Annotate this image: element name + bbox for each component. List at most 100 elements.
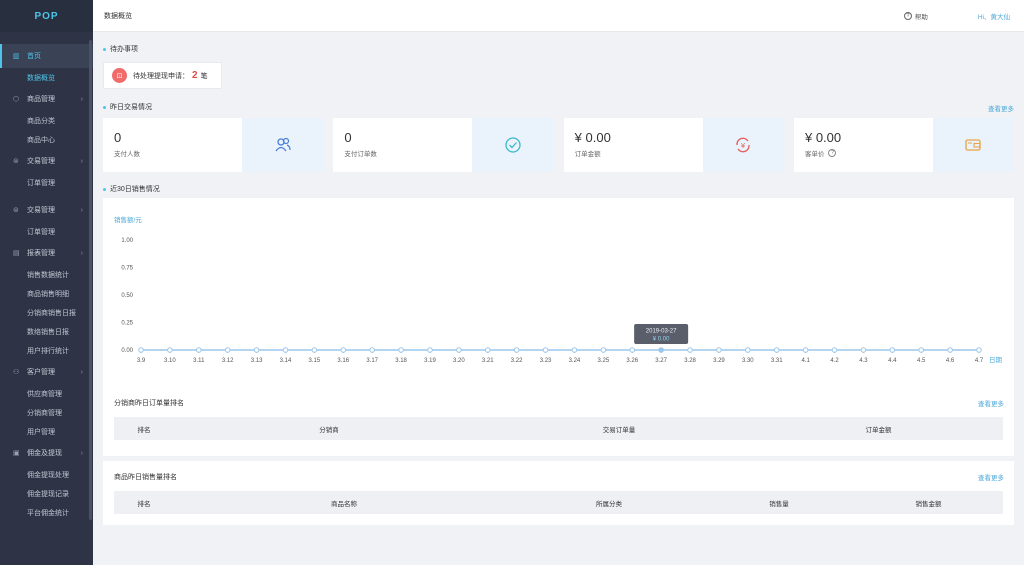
sidebar-item-data-overview[interactable]: 数据概览 bbox=[0, 68, 93, 87]
menu-reports[interactable]: ▤ 报表管理 › bbox=[0, 241, 93, 265]
question-icon[interactable]: ? bbox=[828, 149, 837, 157]
breadcrumb: 数据概览 bbox=[104, 12, 132, 20]
user-menu[interactable]: Hi、黄大仙 bbox=[978, 11, 1010, 21]
x-tick-label: 4.3 bbox=[859, 358, 868, 364]
data-point bbox=[398, 347, 404, 353]
todo-title: 待办事项 bbox=[110, 46, 138, 53]
bullet-dot bbox=[103, 47, 106, 51]
sidebar-item-goods-center[interactable]: 商品中心 bbox=[0, 130, 93, 149]
sidebar-item-orders[interactable]: 订单管理 bbox=[0, 173, 93, 192]
x-tick-label: 4.4 bbox=[888, 358, 897, 364]
menu-group-trade-2: ⊜ 交易管理 › 订单管理 bbox=[0, 198, 93, 241]
menu-trade-2[interactable]: ⊜ 交易管理 › bbox=[0, 198, 93, 222]
x-tick-label: 3.12 bbox=[222, 358, 234, 364]
sales-line-chart: 销售额/元 0.00 0.25 0.50 0.75 1.00 日期 3.9 3.10 3.11 3.… bbox=[114, 215, 1003, 364]
menu-trade-2-label: 交易管理 bbox=[27, 207, 55, 214]
x-tick-label: 3.27 bbox=[655, 358, 667, 364]
x-tick-label: 3.23 bbox=[540, 358, 552, 364]
data-point bbox=[167, 347, 173, 353]
data-point bbox=[571, 347, 578, 353]
menu-goods-label: 商品管理 bbox=[27, 96, 55, 103]
sidebar-menu: ▥ 首页 数据概览 ⬡ 商品管理 › 商品分类 商品中心 ⊜ 交易管理 › 订单… bbox=[0, 44, 93, 522]
data-point bbox=[831, 347, 838, 353]
data-point bbox=[484, 347, 491, 353]
data-point bbox=[513, 347, 520, 353]
x-tick-label: 3.9 bbox=[137, 358, 146, 364]
col-category: 所属分类 bbox=[596, 500, 622, 508]
sidebar-item-orders-2[interactable]: 订单管理 bbox=[0, 222, 93, 241]
stat-value: ¥ 0.00 bbox=[574, 130, 611, 145]
stat-icon-box bbox=[472, 118, 554, 172]
col-order-amount: 订单金额 bbox=[865, 426, 892, 434]
menu-trade[interactable]: ⊜ 交易管理 › bbox=[0, 149, 93, 173]
help-button[interactable]: ? 帮助 bbox=[903, 11, 928, 21]
x-tick-label: 3.28 bbox=[684, 358, 696, 364]
sidebar-item-network-daily[interactable]: 数络销售日报 bbox=[0, 322, 93, 341]
yen-icon: ⊜ bbox=[13, 207, 19, 214]
pending-label: 待处理提现申请： bbox=[133, 72, 189, 80]
col-rank: 排名 bbox=[137, 500, 151, 508]
x-tick-label: 3.14 bbox=[280, 358, 292, 364]
y-tick-label: 0.00 bbox=[121, 348, 133, 354]
col-rank: 排名 bbox=[137, 426, 151, 434]
data-point bbox=[773, 347, 780, 353]
sidebar-item-suppliers[interactable]: 供应商管理 bbox=[0, 384, 93, 403]
menu-group-customers: ⚇ 客户管理 › 供应商管理 分销商管理 用户管理 bbox=[0, 360, 93, 441]
app-logo[interactable]: POP bbox=[0, 0, 93, 32]
stat-value: 0 bbox=[114, 130, 122, 145]
svg-text:¥: ¥ bbox=[741, 142, 746, 150]
data-point bbox=[427, 347, 433, 353]
x-tick-label: 4.7 bbox=[975, 358, 984, 364]
sidebar-item-goods-sales-detail[interactable]: 商品销售明细 bbox=[0, 284, 93, 303]
stat-icon-box: ¥ bbox=[702, 118, 784, 172]
sidebar-scrollbar[interactable] bbox=[89, 40, 92, 520]
pending-withdraw-card[interactable]: ⊡ 待处理提现申请： 2 笔 bbox=[103, 62, 222, 89]
menu-commission[interactable]: ▣ 佣金及提现 › bbox=[0, 441, 93, 465]
data-point bbox=[195, 347, 202, 353]
menu-goods[interactable]: ⬡ 商品管理 › bbox=[0, 87, 93, 111]
sidebar-item-user-ranking[interactable]: 用户排行统计 bbox=[0, 341, 93, 360]
x-tick-label: 3.31 bbox=[771, 358, 783, 364]
yesterday-title: 昨日交易情况 bbox=[110, 104, 152, 111]
menu-commission-label: 佣金及提现 bbox=[27, 450, 62, 457]
sidebar-item-withdraw-process[interactable]: 佣金提现处理 bbox=[0, 465, 93, 484]
sidebar-item-withdraw-records[interactable]: 佣金提现记录 bbox=[0, 484, 93, 503]
product-rank-more-link[interactable]: 查看更多 bbox=[978, 472, 1004, 482]
x-tick-label: 3.24 bbox=[569, 358, 581, 364]
chevron-right-icon: › bbox=[80, 206, 83, 214]
data-point bbox=[542, 347, 549, 353]
pending-count: 2 bbox=[192, 70, 198, 81]
x-tick-label: 4.1 bbox=[801, 358, 810, 364]
user-icon: ⚇ bbox=[13, 369, 20, 376]
chevron-right-icon: › bbox=[80, 95, 83, 103]
y-tick-label: 0.25 bbox=[121, 321, 133, 327]
sidebar-item-distributors[interactable]: 分销商管理 bbox=[0, 403, 93, 422]
sidebar-item-goods-category[interactable]: 商品分类 bbox=[0, 111, 93, 130]
yesterday-more-link[interactable]: 查看更多 bbox=[988, 103, 1014, 113]
data-point bbox=[687, 347, 693, 353]
stat-icon-box bbox=[932, 118, 1014, 172]
data-point bbox=[658, 347, 664, 353]
menu-group-home: ▥ 首页 数据概览 bbox=[0, 44, 93, 87]
x-tick-label: 4.5 bbox=[917, 358, 926, 364]
stat-value: ¥ 0.00 bbox=[804, 130, 842, 145]
data-point bbox=[947, 347, 953, 353]
stat-cards: 0 支付人数 0 支付订单数 ¥ 0.00 订单金额 ¥ ¥ 0.00 客单价 … bbox=[103, 118, 1014, 172]
top-bar: 数据概览 ? 帮助 Hi、黄大仙 bbox=[93, 0, 1024, 32]
col-sales-volume: 销售量 bbox=[769, 500, 789, 508]
sidebar-item-users[interactable]: 用户管理 bbox=[0, 422, 93, 441]
stat-card-unit-price: ¥ 0.00 客单价 ? bbox=[793, 118, 1014, 172]
distributor-rank-more-link[interactable]: 查看更多 bbox=[978, 398, 1004, 408]
col-distributor: 分销商 bbox=[319, 426, 339, 434]
menu-home[interactable]: ▥ 首页 bbox=[0, 44, 93, 68]
sidebar-item-commission-stats[interactable]: 平台佣金统计 bbox=[0, 503, 93, 522]
sidebar-item-distributor-daily[interactable]: 分销商销售日报 bbox=[0, 303, 93, 322]
sidebar-item-sales-stats[interactable]: 销售数据统计 bbox=[0, 265, 93, 284]
menu-group-reports: ▤ 报表管理 › 销售数据统计 商品销售明细 分销商销售日报 数络销售日报 用户… bbox=[0, 241, 93, 360]
menu-customers[interactable]: ⚇ 客户管理 › bbox=[0, 360, 93, 384]
sales30-section-title: 近30日销售情况 bbox=[103, 184, 160, 194]
sidebar: POP ▥ 首页 数据概览 ⬡ 商品管理 › 商品分类 商品中心 ⊜ 交易管理 … bbox=[0, 0, 93, 565]
stat-value: 0 bbox=[344, 130, 352, 145]
menu-trade-label: 交易管理 bbox=[27, 158, 55, 165]
chevron-right-icon: › bbox=[80, 249, 83, 257]
